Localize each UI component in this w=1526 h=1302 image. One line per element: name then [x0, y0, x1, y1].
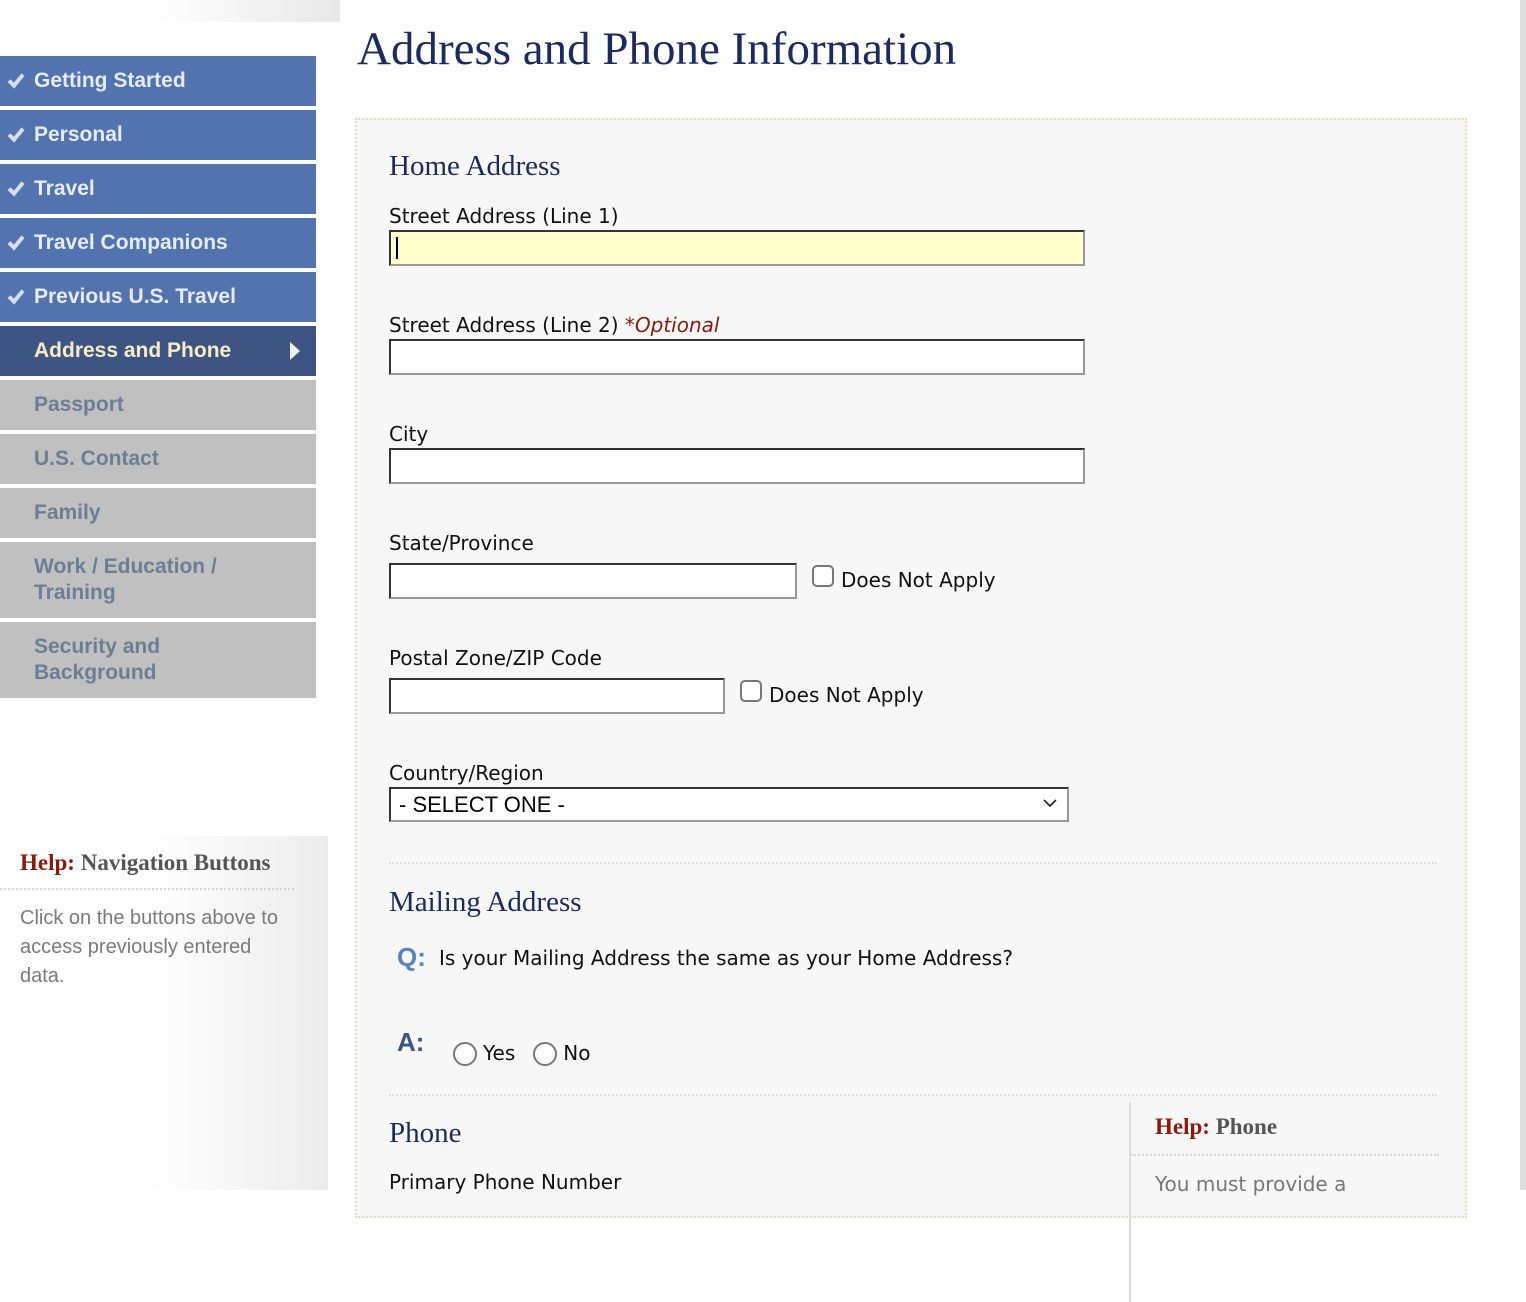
sidebar-item-label: Travel	[34, 177, 95, 200]
checkbox-label: Does Not Apply	[841, 568, 996, 592]
sidebar-item-label: Family	[34, 501, 101, 524]
arrow-right-icon	[290, 342, 300, 360]
city-label: City	[389, 422, 429, 446]
home-address-title: Home Address	[389, 150, 561, 182]
help-phone-panel: Help: Phone You must provide a	[1129, 1102, 1439, 1302]
radio-yes[interactable]	[453, 1042, 477, 1066]
sidebar-item-security-and-background[interactable]: Security and Background	[0, 622, 316, 698]
checkmark-icon	[7, 127, 25, 143]
street2-input[interactable]	[389, 339, 1085, 375]
street2-label-text: Street Address (Line 2)	[389, 313, 619, 337]
section-divider	[389, 1094, 1437, 1096]
country-select[interactable]: - SELECT ONE -	[389, 787, 1069, 822]
answer-label: A:	[397, 1027, 425, 1057]
street1-label: Street Address (Line 1)	[389, 204, 619, 228]
state-label: State/Province	[389, 531, 534, 555]
sidebar-item-label: Security and Background	[34, 635, 161, 684]
state-does-not-apply[interactable]: Does Not Apply	[812, 565, 996, 592]
header-decoration	[155, 0, 340, 22]
postal-does-not-apply[interactable]: Does Not Apply	[740, 680, 924, 707]
radio-yes-label[interactable]: Yes	[483, 1041, 515, 1065]
scrollbar[interactable]	[1520, 0, 1526, 1190]
help-label: Help:	[1155, 1114, 1210, 1139]
page-title: Address and Phone Information	[357, 23, 957, 75]
text-caret	[396, 237, 398, 259]
checkmark-icon	[7, 289, 25, 305]
sidebar-item-us-contact[interactable]: U.S. Contact	[0, 434, 316, 484]
help-title: Help: Phone	[1131, 1102, 1439, 1140]
sidebar-item-previous-us-travel[interactable]: Previous U.S. Travel	[0, 272, 316, 322]
sidebar-nav: Getting Started Personal Travel Travel C…	[0, 56, 316, 702]
radio-no[interactable]	[533, 1042, 558, 1066]
checkbox-label: Does Not Apply	[769, 683, 924, 707]
state-does-not-apply-checkbox[interactable]	[812, 565, 834, 587]
sidebar-item-label: Previous U.S. Travel	[34, 285, 236, 308]
city-input[interactable]	[389, 448, 1085, 484]
help-label: Help:	[20, 850, 75, 875]
postal-label: Postal Zone/ZIP Code	[389, 646, 602, 670]
phone-title: Phone	[389, 1117, 462, 1149]
mailing-address-title: Mailing Address	[389, 886, 582, 918]
postal-input[interactable]	[389, 678, 725, 714]
sidebar-item-travel[interactable]: Travel	[0, 164, 316, 214]
help-navigation-panel: Help: Navigation Buttons Click on the bu…	[0, 836, 328, 1190]
state-input[interactable]	[389, 563, 797, 599]
mailing-question: Is your Mailing Address the same as your…	[439, 946, 1013, 970]
form-panel: Home Address Street Address (Line 1) Str…	[355, 118, 1467, 1302]
section-divider	[389, 862, 1437, 864]
help-text: You must provide a	[1155, 1172, 1347, 1196]
sidebar-item-family[interactable]: Family	[0, 488, 316, 538]
help-text: Click on the buttons above to access pre…	[20, 907, 278, 987]
postal-does-not-apply-checkbox[interactable]	[740, 680, 762, 702]
chevron-down-icon	[1043, 799, 1057, 808]
country-select-value: - SELECT ONE -	[399, 791, 565, 817]
sidebar-item-label: U.S. Contact	[34, 447, 159, 470]
sidebar-item-label: Passport	[34, 393, 124, 416]
mailing-same-radio-group: Yes No	[453, 1040, 609, 1066]
radio-no-label[interactable]: No	[563, 1041, 590, 1065]
optional-marker: *Optional	[624, 313, 720, 337]
street2-label: Street Address (Line 2) *Optional	[389, 313, 719, 337]
sidebar-item-label: Travel Companions	[34, 231, 228, 254]
checkmark-icon	[7, 235, 25, 251]
sidebar-item-address-and-phone[interactable]: Address and Phone	[0, 326, 316, 376]
sidebar-item-travel-companions[interactable]: Travel Companions	[0, 218, 316, 268]
sidebar-item-work-education-training[interactable]: Work / Education / Training	[0, 542, 316, 618]
checkmark-icon	[7, 73, 25, 89]
sidebar-item-passport[interactable]: Passport	[0, 380, 316, 430]
sidebar-item-label: Getting Started	[34, 69, 186, 92]
country-label: Country/Region	[389, 761, 544, 785]
question-label: Q:	[397, 942, 426, 972]
help-topic: Phone	[1215, 1114, 1278, 1139]
sidebar-item-label: Personal	[34, 123, 123, 146]
sidebar-item-label: Address and Phone	[34, 339, 232, 362]
primary-phone-label: Primary Phone Number	[389, 1170, 622, 1194]
sidebar-item-getting-started[interactable]: Getting Started	[0, 56, 316, 106]
street1-input[interactable]	[389, 230, 1085, 266]
help-title: Help: Navigation Buttons	[0, 836, 328, 876]
sidebar-item-personal[interactable]: Personal	[0, 110, 316, 160]
help-topic: Navigation Buttons	[80, 850, 271, 875]
sidebar-item-label: Work / Education / Training	[34, 555, 217, 604]
checkmark-icon	[7, 181, 25, 197]
